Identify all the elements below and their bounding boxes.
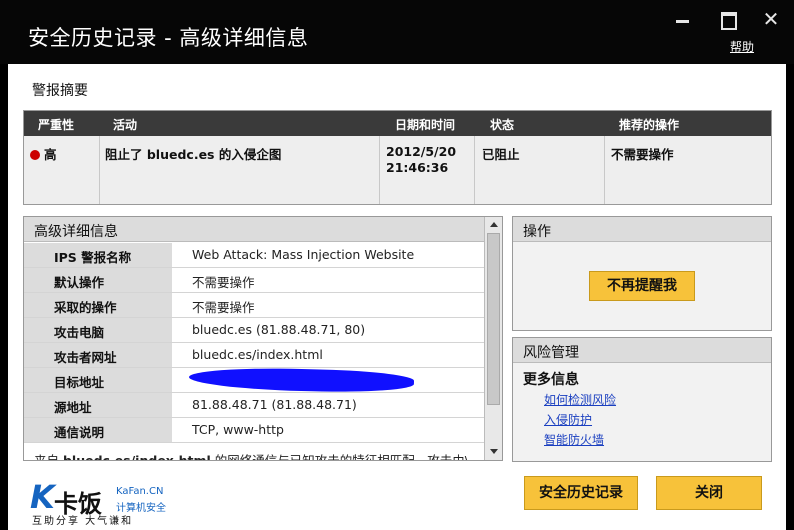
recommended-cell: 不需要操作 [611, 147, 674, 162]
desc-suffix: 的网络通信与已知攻击的特征相匹配。攻击由\ [210, 453, 469, 461]
header-datetime[interactable]: 日期和时间 [395, 116, 455, 133]
header-activity[interactable]: 活动 [113, 116, 137, 133]
minimize-button[interactable] [670, 8, 696, 30]
detail-row: 攻击电脑 bluedc.es (81.88.48.71, 80) [24, 318, 484, 343]
detail-row: 采取的操作 不需要操作 [24, 293, 484, 318]
detail-value: 不需要操作 [192, 275, 255, 290]
dont-remind-button[interactable]: 不再提醒我 [589, 271, 695, 301]
kafan-logo-mark: K [30, 478, 55, 516]
main-content: 警报摘要 严重性 活动 日期和时间 状态 推荐的操作 高 阻止了 bluedc.… [8, 64, 786, 530]
date-cell: 2012/5/20 [386, 144, 457, 159]
details-description: 来自 bluedc.es/index.html 的网络通信与已知攻击的特征相匹配… [34, 450, 484, 461]
status-cell: 已阻止 [482, 147, 520, 162]
security-history-button[interactable]: 安全历史记录 [524, 476, 638, 510]
detail-label: 攻击电脑 [24, 318, 172, 342]
more-info-heading: 更多信息 [523, 372, 579, 388]
alert-table-header: 严重性 活动 日期和时间 状态 推荐的操作 [24, 111, 771, 136]
detail-value: bluedc.es (81.88.48.71, 80) [192, 322, 366, 337]
scroll-up-arrow-icon[interactable] [490, 222, 498, 227]
detail-label: 默认操作 [24, 268, 172, 292]
kafan-logo-slogan: 互助分享 大气谦和 [32, 516, 134, 527]
window-title: 安全历史记录 - 高级详细信息 [28, 26, 309, 50]
severity-cell: 高 [30, 144, 57, 163]
detail-value: Web Attack: Mass Injection Website [192, 247, 415, 262]
advanced-details-panel: 高级详细信息 IPS 警报名称 Web Attack: Mass Injecti… [23, 216, 503, 461]
alert-summary-title: 警报摘要 [32, 83, 88, 99]
activity-cell: 阻止了 bluedc.es 的入侵企图 [105, 147, 282, 162]
detail-value: 不需要操作 [192, 300, 255, 315]
advanced-details-header: 高级详细信息 [24, 217, 484, 242]
intrusion-prevention-link[interactable]: 入侵防护 [544, 411, 592, 428]
column-divider [379, 136, 380, 204]
detail-label: 通信说明 [24, 418, 172, 442]
detail-label: 采取的操作 [24, 293, 172, 317]
advanced-details-title: 高级详细信息 [34, 224, 118, 240]
desc-url: bluedc.es/index.html [62, 453, 211, 461]
detail-label: 攻击者网址 [24, 343, 172, 367]
column-divider [99, 136, 100, 204]
header-status[interactable]: 状态 [490, 116, 514, 133]
maximize-button[interactable] [714, 8, 740, 30]
detail-value: bluedc.es/index.html [192, 347, 323, 362]
detail-row: 通信说明 TCP, www-http [24, 418, 484, 443]
risk-management-title: 风险管理 [513, 338, 771, 363]
column-divider [604, 136, 605, 204]
help-link[interactable]: 帮助 [730, 38, 754, 55]
detail-label: 目标地址 [24, 368, 172, 392]
detail-label: IPS 警报名称 [24, 243, 172, 267]
detail-row: 攻击者网址 bluedc.es/index.html [24, 343, 484, 368]
time-cell: 21:46:36 [386, 160, 449, 175]
detail-label: 源地址 [24, 393, 172, 417]
operations-panel: 操作 不再提醒我 [512, 216, 772, 331]
alert-summary-table: 严重性 活动 日期和时间 状态 推荐的操作 高 阻止了 bluedc.es 的入… [23, 110, 772, 205]
close-icon[interactable]: ✕ [758, 8, 784, 30]
header-severity[interactable]: 严重性 [38, 116, 74, 133]
severity-high-icon [30, 150, 40, 160]
smart-firewall-link[interactable]: 智能防火墙 [544, 431, 604, 448]
risk-management-panel: 风险管理 更多信息 如何检测风险 入侵防护 智能防火墙 [512, 337, 772, 462]
title-bar: 安全历史记录 - 高级详细信息 ✕ 帮助 [0, 0, 794, 64]
how-to-detect-risk-link[interactable]: 如何检测风险 [544, 391, 616, 408]
scroll-down-arrow-icon[interactable] [490, 449, 498, 454]
detail-row: IPS 警报名称 Web Attack: Mass Injection Webs… [24, 243, 484, 268]
detail-value: 81.88.48.71 (81.88.48.71) [192, 397, 357, 412]
header-recommended[interactable]: 推荐的操作 [619, 116, 679, 133]
kafan-logo: K 卡饭 KaFan.CN 计算机安全 互助分享 大气谦和 [30, 478, 190, 527]
column-divider [474, 136, 475, 204]
detail-row: 默认操作 不需要操作 [24, 268, 484, 293]
desc-prefix: 来自 [34, 453, 63, 461]
kafan-logo-url: KaFan.CN [116, 486, 164, 497]
detail-row: 源地址 81.88.48.71 (81.88.48.71) [24, 393, 484, 418]
details-scrollbar[interactable] [484, 217, 502, 460]
scroll-thumb[interactable] [487, 233, 500, 405]
operations-title: 操作 [513, 217, 771, 242]
severity-value: 高 [44, 147, 57, 162]
close-button[interactable]: 关闭 [656, 476, 762, 510]
detail-value: TCP, www-http [192, 422, 284, 437]
